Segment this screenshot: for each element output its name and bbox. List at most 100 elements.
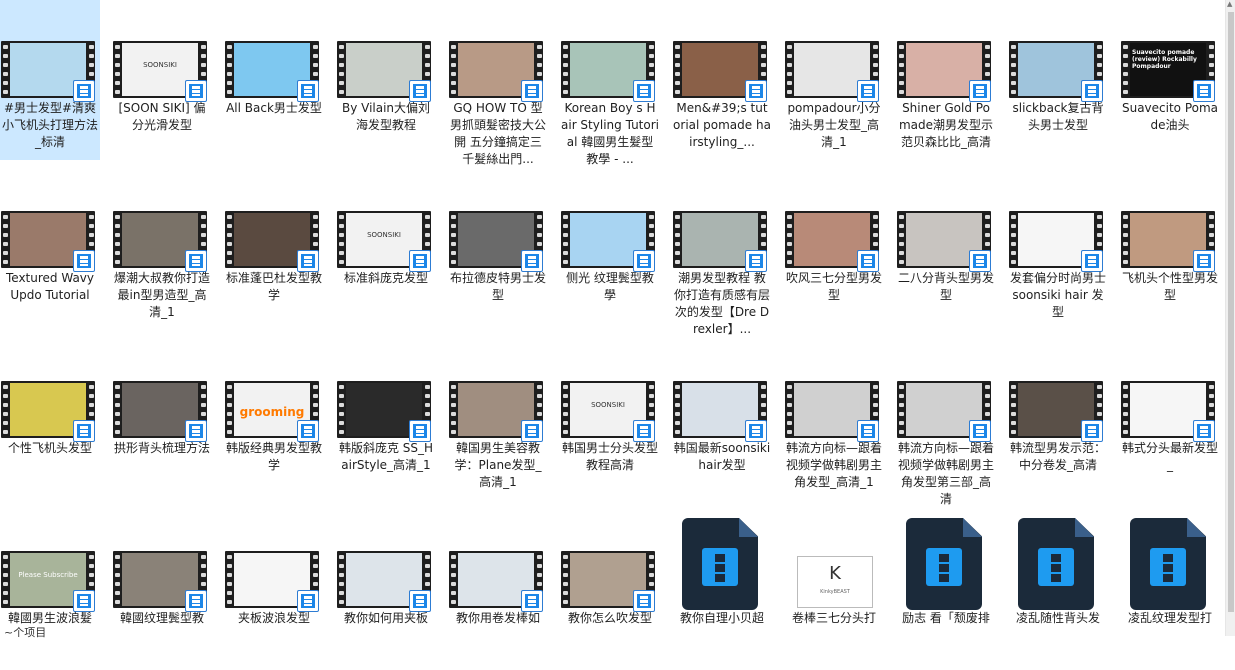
file-item[interactable]: 飞机头个性型男发型 <box>1120 170 1220 330</box>
file-item[interactable]: K KinkyBEAST 卷棒三七分头打 <box>784 510 884 670</box>
file-item[interactable]: 凌乱纹理发型打 <box>1120 510 1220 670</box>
file-item[interactable]: GQ HOW TO 型男抓頭髮密技大公開 五分鐘搞定三千髮絲出門... <box>448 0 548 166</box>
file-name-label: 励志 看「颓废排 <box>902 611 990 625</box>
file-name-label: 飞机头个性型男发型 <box>1121 271 1218 302</box>
file-name-label: Shiner Gold Pomade潮男发型示范贝森比比_高清 <box>898 101 994 149</box>
file-item[interactable]: 标准蓬巴杜发型教学 <box>224 170 324 330</box>
file-name-label: 潮男发型教程 教你打造有质感有层次的发型【Dre Drexler】... <box>673 271 770 336</box>
file-item[interactable]: 吹风三七分型男发型 <box>784 170 884 330</box>
video-file-type-icon <box>409 250 431 272</box>
video-file-type-icon <box>1081 250 1103 272</box>
video-file-type-icon <box>1193 250 1215 272</box>
video-file-icon <box>1018 518 1094 610</box>
file-item[interactable]: Textured Wavy Updo Tutorial <box>0 170 100 330</box>
file-item[interactable]: 韩版斜庞克 SS_HairStyle_高清_1 <box>336 340 436 500</box>
file-item[interactable]: 夹板波浪发型 <box>224 510 324 670</box>
file-item[interactable]: SOONSIKI 韩国男士分头发型教程高清 <box>560 340 660 500</box>
file-item[interactable]: Suavecito pomade (review) Rockabilly Pom… <box>1120 0 1220 160</box>
file-item[interactable]: 爆潮大叔教你打造最in型男造型_高清_1 <box>112 170 212 330</box>
file-name-label: 侧光 纹理鬓型教學 <box>566 271 654 302</box>
file-item[interactable]: Men&#39;s tutorial pomade hairstyling_..… <box>672 0 772 160</box>
file-name-label: 凌乱随性背头发 <box>1015 611 1100 625</box>
file-name-label: GQ HOW TO 型男抓頭髮密技大公開 五分鐘搞定三千髮絲出門... <box>449 101 546 166</box>
file-item[interactable]: 拱形背头梳理方法 <box>112 340 212 500</box>
file-name-label: 韩版经典男发型教学 <box>225 441 322 472</box>
file-item[interactable]: slickback复古背头男士发型 <box>1008 0 1108 160</box>
file-name-label: 二八分背头型男发型 <box>897 271 994 302</box>
video-file-type-icon <box>521 590 543 612</box>
video-file-type-icon <box>73 80 95 102</box>
thumbnail-caption: SOONSIKI <box>591 401 625 409</box>
file-item[interactable]: 韩式分头最新发型_ <box>1120 340 1220 500</box>
file-name-label: Suavecito Pomade油头 <box>1121 101 1219 132</box>
thumbnail-caption: SOONSIKI <box>143 61 177 69</box>
video-file-type-icon <box>745 420 767 442</box>
file-item[interactable]: 发套偏分时尚男士 soonsiki hair 发型 <box>1008 170 1108 330</box>
file-item[interactable]: 二八分背头型男发型 <box>896 170 996 330</box>
file-item[interactable]: 韩流方向标—跟着视频学做韩剧男主角发型第三部_高清 <box>896 340 996 506</box>
file-item[interactable]: 个性飞机头发型 <box>0 340 100 500</box>
file-item[interactable]: 韩国最新soonsiki hair发型 <box>672 340 772 500</box>
thumbnail-caption: Suavecito pomade (review) Rockabilly Pom… <box>1132 49 1197 70</box>
file-item[interactable]: SOONSIKI 标准斜庞克发型 <box>336 170 436 330</box>
video-file-type-icon <box>633 590 655 612</box>
video-file-type-icon <box>185 250 207 272</box>
file-item[interactable]: 韩流型男发示范：中分卷发_高清 <box>1008 340 1108 500</box>
status-text: ~个项目 <box>4 626 47 639</box>
video-file-type-icon <box>633 80 655 102</box>
video-file-type-icon <box>297 590 319 612</box>
file-name-label: By Vilain大偏刘海发型教程 <box>341 101 431 132</box>
file-item[interactable]: 教你怎么吹发型 <box>560 510 660 670</box>
file-item[interactable]: 潮男发型教程 教你打造有质感有层次的发型【Dre Drexler】... <box>672 170 772 336</box>
file-item[interactable]: By Vilain大偏刘海发型教程 <box>336 0 436 160</box>
file-grid: #男士发型#清爽小飞机头打理方法_标清 SOONSIKI [SOON SIKI] 偏… <box>0 0 1225 636</box>
file-item[interactable]: 韩流方向标—跟着视频学做韩剧男主角发型_高清_1 <box>784 340 884 500</box>
file-item[interactable]: 韓国男生美容教学：Plane发型_高清_1 <box>448 340 548 500</box>
file-name-label: 夹板波浪发型 <box>237 611 310 625</box>
scroll-up-arrow-icon[interactable]: ▲ <box>1227 0 1232 8</box>
video-file-type-icon <box>185 80 207 102</box>
file-item[interactable]: Shiner Gold Pomade潮男发型示范贝森比比_高清 <box>896 0 996 160</box>
file-item[interactable]: Please Subscribe 韓國男生波浪髮 <box>0 510 100 670</box>
thumbnail-caption: grooming <box>239 405 305 419</box>
file-name-label: 教你怎么吹发型 <box>567 611 652 625</box>
file-name-label: 韩版斜庞克 SS_HairStyle_高清_1 <box>338 441 434 472</box>
file-item[interactable]: Korean Boy s Hair Styling Tutorial 韓國男生髮… <box>560 0 660 166</box>
file-name-label: pompadour小分油头男士发型_高清_1 <box>787 101 881 149</box>
file-item[interactable]: pompadour小分油头男士发型_高清_1 <box>784 0 884 160</box>
file-item[interactable]: All Back男士发型 <box>224 0 324 160</box>
file-name-label: 爆潮大叔教你打造最in型男造型_高清_1 <box>113 271 210 319</box>
file-item[interactable]: 侧光 纹理鬓型教學 <box>560 170 660 330</box>
file-item[interactable]: 教你自理小贝超 <box>672 510 772 670</box>
video-file-type-icon <box>633 250 655 272</box>
video-file-type-icon <box>73 590 95 612</box>
file-name-label: 凌乱纹理发型打 <box>1127 611 1212 625</box>
vertical-scrollbar[interactable]: ▲ <box>1225 0 1235 636</box>
file-name-label: 教你如何用夹板 <box>343 611 428 625</box>
video-file-type-icon <box>409 420 431 442</box>
video-file-type-icon <box>969 80 991 102</box>
video-file-type-icon <box>745 80 767 102</box>
video-file-type-icon <box>185 590 207 612</box>
video-file-type-icon <box>521 420 543 442</box>
file-item[interactable]: 励志 看「颓废排 <box>896 510 996 670</box>
video-file-type-icon <box>1193 420 1215 442</box>
file-item[interactable]: #男士发型#清爽小飞机头打理方法_标清 <box>0 0 100 160</box>
file-item[interactable]: 教你用卷发棒如 <box>448 510 548 670</box>
scroll-thumb[interactable] <box>1228 12 1234 612</box>
file-item[interactable]: 教你如何用夹板 <box>336 510 436 670</box>
video-file-type-icon <box>73 250 95 272</box>
file-name-label: All Back男士发型 <box>226 101 322 115</box>
video-file-type-icon <box>857 250 879 272</box>
file-name-label: 布拉德皮特男士发型 <box>449 271 546 302</box>
file-item[interactable]: grooming 韩版经典男发型教学 <box>224 340 324 500</box>
video-file-type-icon <box>297 80 319 102</box>
video-file-type-icon <box>969 250 991 272</box>
thumbnail-caption: Please Subscribe <box>18 571 78 579</box>
file-item[interactable]: SOONSIKI [SOON SIKI] 偏分光滑发型 <box>112 0 212 160</box>
file-name-label: 标准斜庞克发型 <box>343 271 428 285</box>
file-item[interactable]: 布拉德皮特男士发型 <box>448 170 548 330</box>
file-item[interactable]: 凌乱随性背头发 <box>1008 510 1108 670</box>
file-name-label: 个性飞机头发型 <box>7 441 92 455</box>
file-item[interactable]: 韓國纹理鬓型教 <box>112 510 212 670</box>
